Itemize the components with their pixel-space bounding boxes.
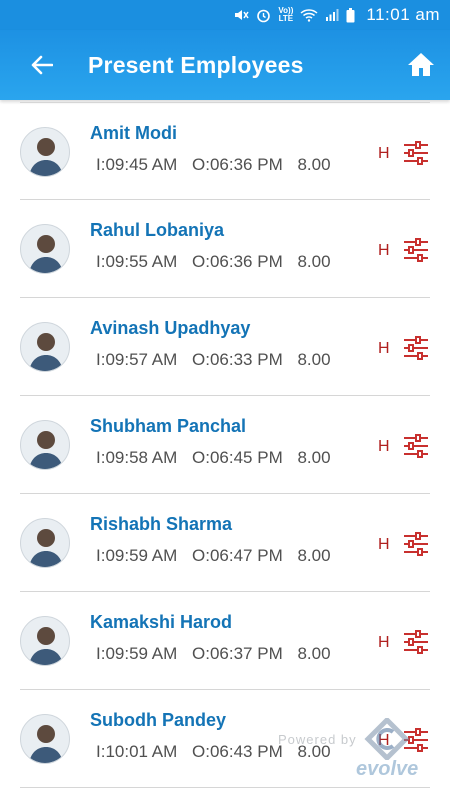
mute-icon [233, 8, 250, 22]
holiday-tag: H [378, 634, 390, 651]
employee-name: Shubham Panchal [90, 416, 247, 436]
sliders-icon [404, 630, 428, 654]
employee-name: Avinash Upadhyay [90, 318, 251, 338]
holiday-tag: H [378, 242, 390, 259]
holiday-tag: H [378, 536, 390, 553]
employee-times: I:09:59 AM O:06:47 PM 8.00 [96, 546, 341, 566]
in-time: I:10:01 AM [96, 742, 178, 761]
worked-hours: 8.00 [297, 644, 331, 663]
out-time: O:06:37 PM [192, 644, 283, 663]
sliders-icon [404, 141, 428, 165]
employee-avatar [20, 224, 70, 274]
sliders-icon [404, 532, 428, 556]
battery-icon [346, 7, 355, 23]
volte-icon: Vo)) LTE [278, 6, 294, 23]
employee-name: Rishabh Sharma [90, 514, 233, 534]
worked-hours: 8.00 [297, 546, 331, 565]
worked-hours: 8.00 [297, 350, 331, 369]
employee-row[interactable]: Amit Modi I:09:45 AM O:06:36 PM 8.00 H [20, 102, 430, 200]
employee-times: I:10:01 AM O:06:43 PM 8.00 [96, 742, 341, 762]
out-time: O:06:45 PM [192, 448, 283, 467]
out-time: O:06:43 PM [192, 742, 283, 761]
signal-icon [325, 8, 339, 22]
back-button[interactable] [22, 45, 62, 85]
adjust-button[interactable] [402, 236, 430, 264]
alarm-icon [256, 8, 271, 23]
home-icon [408, 53, 434, 76]
employee-name: Rahul Lobaniya [90, 220, 225, 240]
employee-name: Subodh Pandey [90, 710, 227, 730]
in-time: I:09:55 AM [96, 252, 178, 271]
employee-avatar [20, 616, 70, 666]
in-time: I:09:59 AM [96, 546, 178, 565]
sliders-icon [404, 336, 428, 360]
holiday-tag: H [378, 732, 390, 749]
page-title: Present Employees [88, 51, 304, 78]
in-time: I:09:59 AM [96, 644, 178, 663]
back-arrow-icon [31, 55, 53, 75]
adjust-button[interactable] [402, 726, 430, 754]
employee-times: I:09:59 AM O:06:37 PM 8.00 [96, 644, 341, 664]
employee-times: I:09:57 AM O:06:33 PM 8.00 [96, 350, 341, 370]
clock: 11:01 am [366, 5, 440, 24]
employee-avatar [20, 127, 70, 177]
adjust-button[interactable] [402, 628, 430, 656]
employee-name: Kamakshi Harod [90, 612, 233, 632]
adjust-button[interactable] [402, 432, 430, 460]
out-time: O:06:36 PM [192, 155, 283, 174]
employee-row[interactable]: Rishabh Sharma I:09:59 AM O:06:47 PM 8.0… [20, 494, 430, 592]
employee-avatar [20, 322, 70, 372]
app-bar: Present Employees [0, 30, 450, 100]
in-time: I:09:57 AM [96, 350, 178, 369]
adjust-button[interactable] [402, 139, 430, 167]
status-bar: Vo)) LTE 11:01 am [0, 0, 450, 30]
employee-times: I:09:58 AM O:06:45 PM 8.00 [96, 448, 341, 468]
wifi-icon [300, 8, 318, 22]
sliders-icon [404, 728, 428, 752]
employee-row[interactable]: Avinash Upadhyay I:09:57 AM O:06:33 PM 8… [20, 298, 430, 396]
employee-row[interactable]: Subodh Pandey I:10:01 AM O:06:43 PM 8.00… [20, 690, 430, 788]
employee-row[interactable]: Shubham Panchal I:09:58 AM O:06:45 PM 8.… [20, 396, 430, 494]
employee-avatar [20, 518, 70, 568]
in-time: I:09:58 AM [96, 448, 178, 467]
adjust-button[interactable] [402, 334, 430, 362]
out-time: O:06:36 PM [192, 252, 283, 271]
holiday-tag: H [378, 340, 390, 357]
employee-row[interactable]: Rahul Lobaniya I:09:55 AM O:06:36 PM 8.0… [20, 200, 430, 298]
adjust-button[interactable] [402, 530, 430, 558]
out-time: O:06:33 PM [192, 350, 283, 369]
out-time: O:06:47 PM [192, 546, 283, 565]
holiday-tag: H [378, 145, 390, 162]
employee-avatar [20, 420, 70, 470]
employee-list: Amit Modi I:09:45 AM O:06:36 PM 8.00 H R… [0, 102, 450, 788]
worked-hours: 8.00 [297, 155, 331, 174]
employee-avatar [20, 714, 70, 764]
worked-hours: 8.00 [297, 252, 331, 271]
home-button[interactable] [406, 49, 436, 79]
in-time: I:09:45 AM [96, 155, 178, 174]
holiday-tag: H [378, 438, 390, 455]
sliders-icon [404, 434, 428, 458]
sliders-icon [404, 238, 428, 262]
employee-times: I:09:55 AM O:06:36 PM 8.00 [96, 252, 341, 272]
worked-hours: 8.00 [297, 448, 331, 467]
employee-times: I:09:45 AM O:06:36 PM 8.00 [96, 155, 341, 175]
employee-row[interactable]: Kamakshi Harod I:09:59 AM O:06:37 PM 8.0… [20, 592, 430, 690]
employee-name: Amit Modi [90, 123, 177, 143]
worked-hours: 8.00 [297, 742, 331, 761]
